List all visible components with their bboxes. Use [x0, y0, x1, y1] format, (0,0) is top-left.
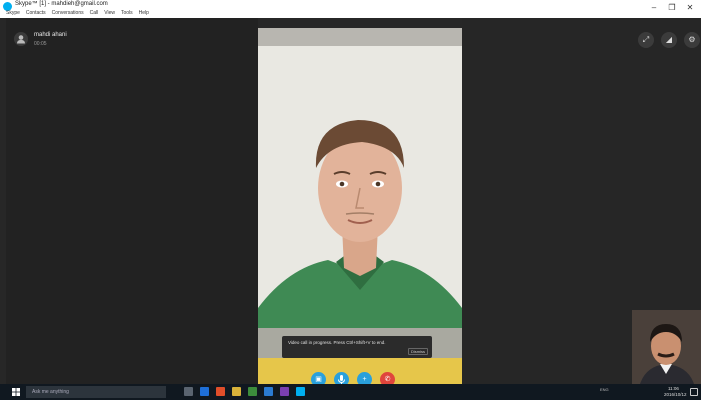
outlook-icon[interactable] [264, 387, 273, 396]
signal-icon[interactable]: ◢ [661, 32, 677, 48]
store-icon[interactable] [248, 387, 257, 396]
minimize-button[interactable]: – [648, 3, 660, 13]
menu-call[interactable]: Call [90, 10, 99, 16]
notification-text: Video call in progress. Press Ctrl+Shift… [288, 340, 386, 345]
windows-start-icon[interactable] [12, 388, 20, 396]
edge-browser-icon[interactable] [200, 387, 209, 396]
taskbar: Ask me anything ENG 11:06 2016/10/12 [0, 384, 701, 400]
search-placeholder: Ask me anything [32, 389, 69, 395]
action-center-icon[interactable] [690, 388, 698, 396]
settings-icon[interactable]: ⚙ [684, 32, 700, 48]
expand-icon[interactable]: ⤢ [638, 32, 654, 48]
firefox-icon[interactable] [216, 387, 225, 396]
taskbar-apps [184, 387, 305, 396]
left-pane [6, 18, 258, 384]
call-area: mahdi ahani 00:05 ⤢ ◢ ⚙ Video call in pr… [0, 18, 701, 387]
call-notification: Video call in progress. Press Ctrl+Shift… [282, 336, 432, 358]
system-tray[interactable]: ENG [600, 387, 609, 392]
close-button[interactable]: ✕ [684, 3, 696, 13]
taskbar-search-input[interactable]: Ask me anything [26, 386, 166, 398]
remote-person-image [258, 28, 462, 384]
remote-video [258, 28, 462, 384]
self-person-image [632, 310, 701, 384]
title-bar: Skype™ [1] - mahdieh@gmail.com Skype Con… [0, 0, 701, 18]
onenote-icon[interactable] [280, 387, 289, 396]
maximize-button[interactable]: ❐ [666, 3, 678, 13]
window-title: Skype™ [1] - mahdieh@gmail.com [15, 1, 108, 7]
menu-conversations[interactable]: Conversations [52, 10, 84, 16]
self-video-preview[interactable] [632, 310, 701, 384]
contact-avatar-icon[interactable] [14, 32, 28, 46]
contact-name: mahdi ahani [34, 32, 67, 38]
menu-contacts[interactable]: Contacts [26, 10, 46, 16]
menu-bar: Skype Contacts Conversations Call View T… [6, 10, 149, 16]
clock-date: 2016/10/12 [664, 392, 687, 397]
file-explorer-icon[interactable] [232, 387, 241, 396]
menu-skype[interactable]: Skype [6, 10, 20, 16]
menu-view[interactable]: View [104, 10, 115, 16]
dismiss-button[interactable]: Dismiss [408, 348, 428, 355]
call-duration: 00:05 [34, 41, 47, 47]
clock-time: 11:06 [668, 386, 679, 391]
menu-help[interactable]: Help [139, 10, 149, 16]
menu-tools[interactable]: Tools [121, 10, 133, 16]
skype-taskbar-icon[interactable] [296, 387, 305, 396]
task-view-icon[interactable] [184, 387, 193, 396]
